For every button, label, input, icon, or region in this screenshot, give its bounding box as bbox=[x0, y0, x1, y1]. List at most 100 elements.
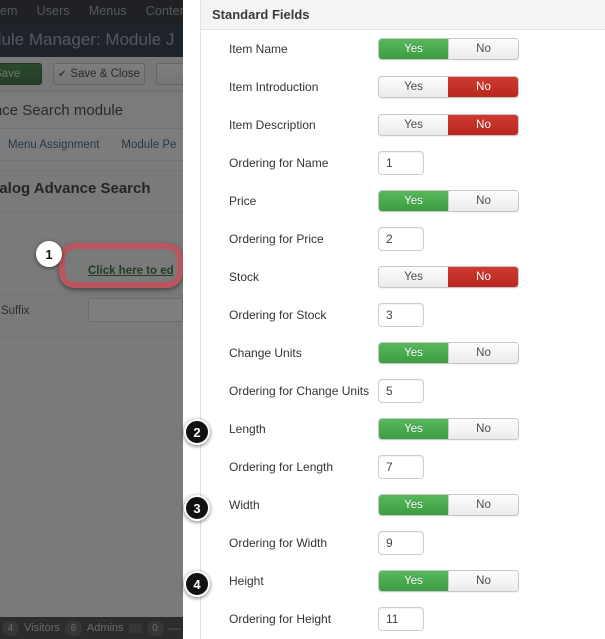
field-control bbox=[378, 151, 424, 175]
toggle-option-no[interactable]: No bbox=[448, 115, 518, 135]
ordering-input[interactable] bbox=[378, 151, 424, 175]
save-and-close-label: Save & Close bbox=[70, 68, 141, 80]
toggle-option-yes[interactable]: Yes bbox=[379, 495, 448, 515]
field-row: Width Yes No bbox=[201, 486, 605, 524]
yes-no-toggle[interactable]: Yes No bbox=[378, 38, 519, 60]
field-row: Height Yes No bbox=[201, 562, 605, 600]
field-control: Yes No bbox=[378, 190, 519, 212]
field-row: Ordering for Length bbox=[201, 448, 605, 486]
toggle-option-yes[interactable]: Yes bbox=[379, 77, 448, 97]
field-control bbox=[378, 379, 424, 403]
field-control: Yes No bbox=[378, 266, 519, 288]
messages-count-badge: 0 bbox=[146, 620, 164, 636]
field-label: Ordering for Name bbox=[229, 156, 329, 170]
field-row: Stock Yes No bbox=[201, 258, 605, 296]
field-label: Height bbox=[229, 574, 264, 588]
toggle-option-no[interactable]: No bbox=[448, 191, 518, 211]
ordering-input[interactable] bbox=[378, 303, 424, 327]
tab-module-permissions[interactable]: Module Pe bbox=[121, 139, 176, 151]
callout-badge-3: 3 bbox=[184, 495, 210, 521]
suffix-input[interactable] bbox=[88, 298, 183, 322]
nav-item-users[interactable]: Users bbox=[37, 4, 70, 18]
callout-badge-1-number: 1 bbox=[45, 246, 53, 262]
nav-item-system[interactable]: em bbox=[0, 4, 18, 18]
toggle-option-no[interactable]: No bbox=[448, 495, 518, 515]
field-control bbox=[378, 227, 424, 251]
field-row: Ordering for Name bbox=[201, 144, 605, 182]
toggle-option-yes[interactable]: Yes bbox=[379, 115, 448, 135]
field-label: Stock bbox=[229, 270, 260, 284]
next-toolbar-button[interactable] bbox=[156, 63, 186, 85]
field-label: Ordering for Width bbox=[229, 536, 328, 550]
top-navigation-bar[interactable]: em Users Menus Conten bbox=[0, 0, 190, 22]
callout-badge-4: 4 bbox=[184, 571, 210, 597]
field-row: Ordering for Price bbox=[201, 220, 605, 258]
toggle-option-no[interactable]: No bbox=[448, 571, 518, 591]
check-icon: ✔ bbox=[57, 68, 67, 80]
yes-no-toggle[interactable]: Yes No bbox=[378, 114, 519, 136]
yes-no-toggle[interactable]: Yes No bbox=[378, 494, 519, 516]
toggle-option-no[interactable]: No bbox=[448, 343, 518, 363]
field-row: Item Name Yes No bbox=[201, 30, 605, 68]
field-label: Ordering for Change Units bbox=[229, 384, 370, 398]
save-button[interactable]: Save bbox=[0, 63, 42, 85]
admins-count-badge: 6 bbox=[64, 620, 82, 636]
field-label: Item Introduction bbox=[229, 80, 319, 94]
field-label: Ordering for Stock bbox=[229, 308, 327, 322]
toggle-option-no[interactable]: No bbox=[448, 419, 518, 439]
field-row: Ordering for Stock bbox=[201, 296, 605, 334]
toggle-option-yes[interactable]: Yes bbox=[379, 39, 448, 59]
screenshot-root: em Users Menus Conten dule Manager: Modu… bbox=[0, 0, 605, 639]
field-control: Yes No bbox=[378, 114, 519, 136]
yes-no-toggle[interactable]: Yes No bbox=[378, 418, 519, 440]
toggle-option-yes[interactable]: Yes bbox=[379, 191, 448, 211]
field-control bbox=[378, 303, 424, 327]
messages-icon[interactable] bbox=[128, 623, 142, 633]
field-control: Yes No bbox=[378, 494, 519, 516]
divider-3 bbox=[0, 294, 190, 295]
toggle-option-yes[interactable]: Yes bbox=[379, 571, 448, 591]
field-label: Length bbox=[229, 422, 266, 436]
callout-badge-3-number: 3 bbox=[193, 500, 201, 516]
ordering-input[interactable] bbox=[378, 227, 424, 251]
ordering-input[interactable] bbox=[378, 607, 424, 631]
yes-no-toggle[interactable]: Yes No bbox=[378, 76, 519, 98]
toggle-option-no[interactable]: No bbox=[448, 39, 518, 59]
field-control bbox=[378, 531, 424, 555]
page-title-bar: dule Manager: Module J bbox=[0, 22, 190, 57]
toggle-option-yes[interactable]: Yes bbox=[379, 267, 448, 287]
section-heading-catalog: atalog Advance Search bbox=[0, 180, 151, 197]
field-label: Width bbox=[229, 498, 260, 512]
save-button-label: Save bbox=[0, 68, 21, 80]
field-label: Ordering for Price bbox=[229, 232, 324, 246]
field-control: Yes No bbox=[378, 342, 519, 364]
field-row: Item Introduction Yes No bbox=[201, 68, 605, 106]
yes-no-toggle[interactable]: Yes No bbox=[378, 266, 519, 288]
yes-no-toggle[interactable]: Yes No bbox=[378, 190, 519, 212]
callout-badge-1: 1 bbox=[36, 241, 62, 267]
yes-no-toggle[interactable]: Yes No bbox=[378, 342, 519, 364]
panel-header: Standard Fields bbox=[201, 0, 605, 30]
field-control: Yes No bbox=[378, 38, 519, 60]
nav-item-content[interactable]: Conten bbox=[146, 4, 187, 18]
field-label: Ordering for Length bbox=[229, 460, 334, 474]
collapse-icon[interactable]: — bbox=[169, 621, 181, 635]
field-control: Yes No bbox=[378, 418, 519, 440]
save-and-close-button[interactable]: ✔ Save & Close bbox=[53, 63, 145, 85]
yes-no-toggle[interactable]: Yes No bbox=[378, 570, 519, 592]
field-row: Change Units Yes No bbox=[201, 334, 605, 372]
ordering-input[interactable] bbox=[378, 379, 424, 403]
status-bar: 4 Visitors 6 Admins 0 — bbox=[0, 617, 190, 639]
tab-menu-assignment[interactable]: Menu Assignment bbox=[8, 139, 99, 151]
toggle-option-no[interactable]: No bbox=[448, 267, 518, 287]
nav-item-menus[interactable]: Menus bbox=[89, 4, 127, 18]
field-label: Change Units bbox=[229, 346, 302, 360]
ordering-input[interactable] bbox=[378, 455, 424, 479]
divider-4 bbox=[0, 337, 190, 338]
ordering-input[interactable] bbox=[378, 531, 424, 555]
toggle-option-yes[interactable]: Yes bbox=[379, 343, 448, 363]
toggle-option-no[interactable]: No bbox=[448, 77, 518, 97]
field-control: Yes No bbox=[378, 76, 519, 98]
toggle-option-yes[interactable]: Yes bbox=[379, 419, 448, 439]
field-row: Length Yes No bbox=[201, 410, 605, 448]
